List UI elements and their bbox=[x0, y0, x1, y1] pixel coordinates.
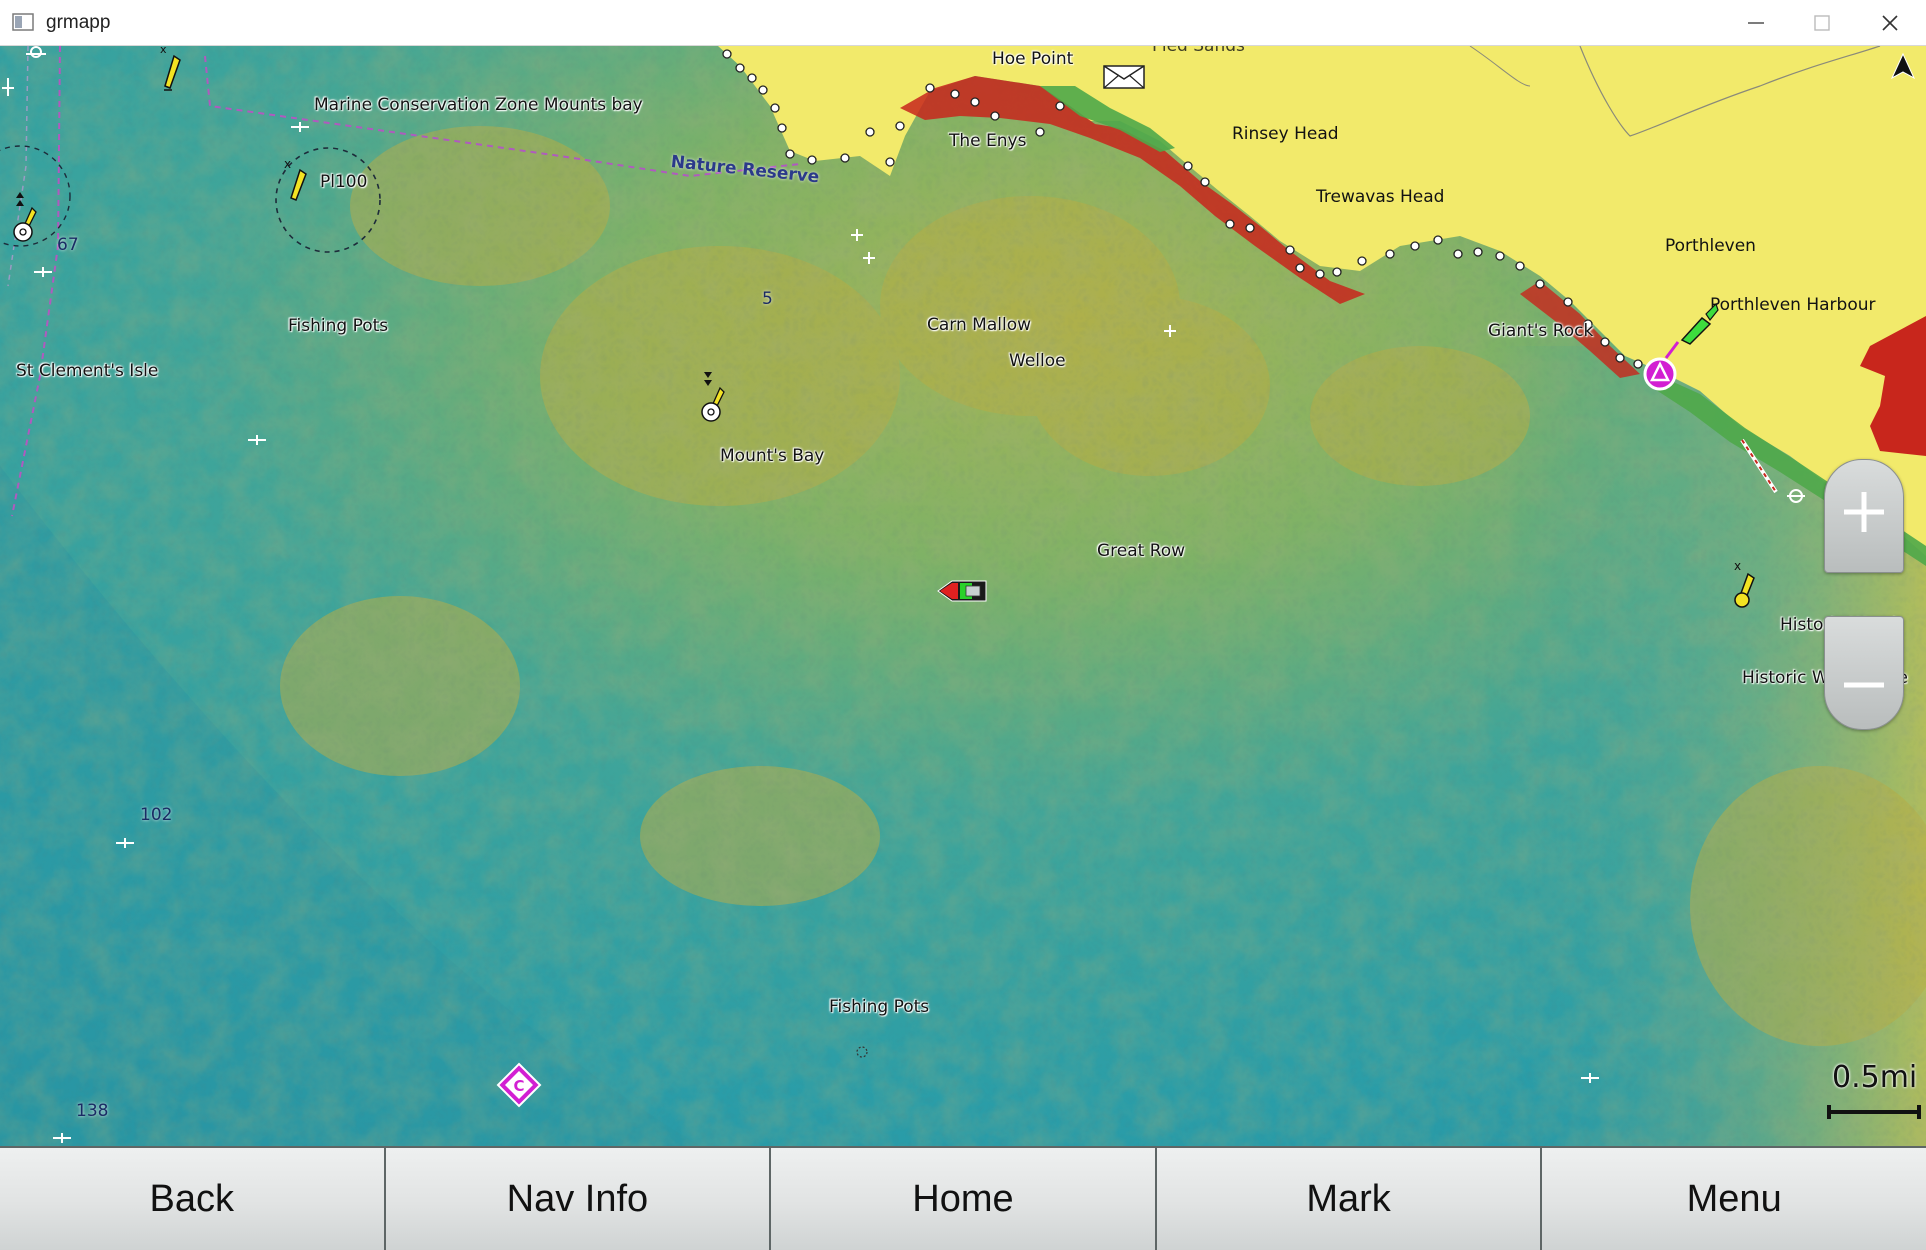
minimize-icon bbox=[1748, 22, 1764, 24]
close-button[interactable] bbox=[1860, 0, 1920, 46]
plus-icon bbox=[1844, 492, 1884, 532]
depth-sounding: 67 bbox=[57, 235, 79, 255]
label-giants-rock: Giant's Rock bbox=[1488, 321, 1594, 341]
label-pied-sands: Pied Sands bbox=[1152, 46, 1245, 56]
maximize-button[interactable] bbox=[1792, 0, 1852, 46]
mark-button[interactable]: Mark bbox=[1156, 1148, 1543, 1250]
home-button[interactable]: Home bbox=[771, 1148, 1157, 1250]
label-welloe: Welloe bbox=[1009, 351, 1066, 371]
title-bar: grmapp bbox=[0, 0, 1926, 46]
label-hoe-point: Hoe Point bbox=[992, 49, 1074, 69]
svg-text:x: x bbox=[160, 46, 167, 56]
back-button[interactable]: Back bbox=[0, 1148, 386, 1250]
zoom-out-button[interactable] bbox=[1824, 616, 1904, 730]
scale-label: 0.5mi bbox=[1832, 1060, 1918, 1095]
label-porthleven-harbour: Porthleven Harbour bbox=[1710, 295, 1876, 315]
waypoint-icon[interactable]: C bbox=[496, 1062, 542, 1108]
green-marker-icon[interactable] bbox=[1676, 300, 1720, 346]
label-the-enys: The Enys bbox=[949, 131, 1027, 151]
label-st-clements-isle: St Clement's Isle bbox=[16, 361, 159, 381]
label-fishing-pots-south: Fishing Pots bbox=[829, 997, 930, 1017]
label-rinsey-head: Rinsey Head bbox=[1232, 124, 1339, 144]
label-trewavas-head: Trewavas Head bbox=[1316, 187, 1445, 207]
menu-button[interactable]: Menu bbox=[1542, 1148, 1926, 1250]
anchor-icon[interactable] bbox=[24, 46, 48, 62]
nav-info-button[interactable]: Nav Info bbox=[385, 1148, 772, 1250]
label-fishing-pots: Fishing Pots bbox=[288, 316, 389, 336]
label-great-row: Great Row bbox=[1097, 541, 1186, 561]
breakwater-icon bbox=[1740, 438, 1778, 494]
vessel-icon[interactable] bbox=[936, 577, 990, 607]
label-pl100: Pl100 bbox=[320, 172, 368, 192]
svg-text:C: C bbox=[513, 1077, 524, 1095]
buoy-icon[interactable]: x bbox=[282, 156, 312, 206]
buoy-icon[interactable]: x bbox=[1728, 558, 1762, 610]
label-marine-zone: Marine Conservation Zone Mounts bay bbox=[314, 95, 643, 115]
maximize-icon bbox=[1814, 15, 1830, 31]
depth-sounding: 102 bbox=[140, 805, 173, 825]
depth-sounding: 5 bbox=[762, 289, 773, 309]
north-arrow-icon[interactable] bbox=[1890, 52, 1916, 80]
zoom-in-button[interactable] bbox=[1824, 459, 1904, 573]
chart-map[interactable]: Hoe Point Pied Sands Marine Conservation… bbox=[0, 46, 1926, 1146]
label-mounts-bay: Mount's Bay bbox=[720, 446, 825, 466]
app-icon bbox=[12, 13, 34, 31]
envelope-icon[interactable] bbox=[1103, 65, 1145, 89]
bottom-toolbar: Back Nav Info Home Mark Menu bbox=[0, 1146, 1926, 1250]
depth-sounding: 138 bbox=[76, 1101, 109, 1121]
minimize-button[interactable] bbox=[1726, 0, 1786, 46]
close-icon bbox=[1882, 15, 1898, 31]
buoy-icon[interactable] bbox=[696, 366, 730, 424]
anchor-icon[interactable] bbox=[0, 76, 18, 100]
minus-icon bbox=[1844, 682, 1884, 688]
scale-bar bbox=[1827, 1105, 1921, 1119]
svg-text:x: x bbox=[1734, 559, 1741, 573]
svg-text:x: x bbox=[284, 157, 291, 171]
buoy-icon[interactable]: x bbox=[156, 46, 186, 94]
label-carn-mallow: Carn Mallow bbox=[927, 315, 1031, 335]
label-porthleven: Porthleven bbox=[1665, 236, 1756, 256]
buoy-icon[interactable] bbox=[8, 186, 42, 244]
window-title: grmapp bbox=[46, 12, 111, 33]
